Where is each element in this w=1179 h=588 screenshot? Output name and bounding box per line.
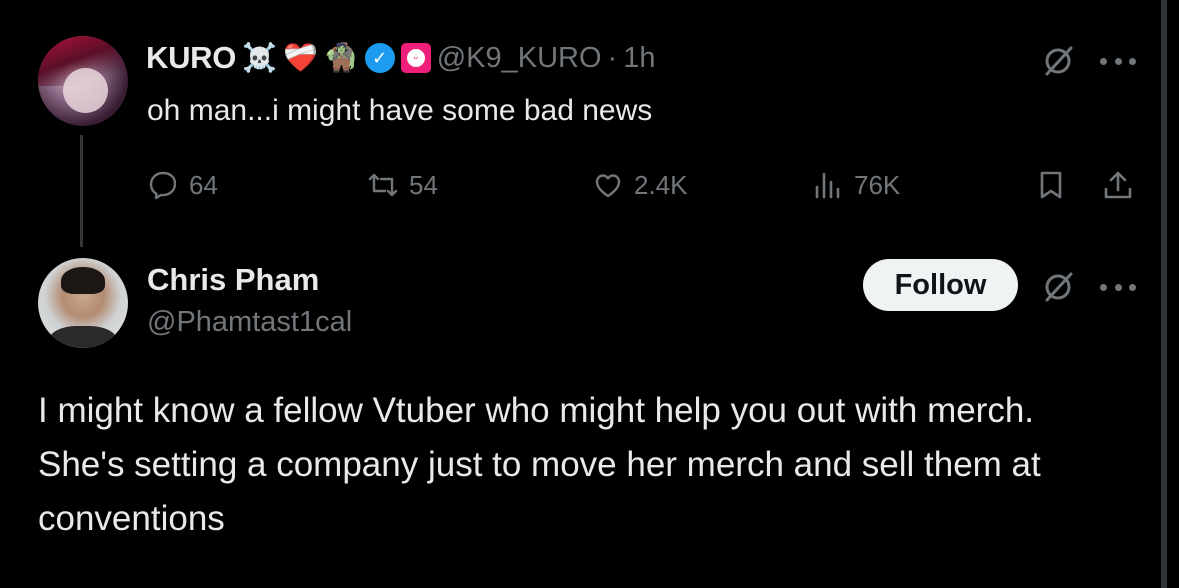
- views-icon: [815, 172, 840, 199]
- more-icon[interactable]: [1100, 55, 1136, 67]
- thread-connector-line: [80, 135, 83, 247]
- reply-count: 64: [189, 169, 218, 200]
- like-action[interactable]: 2.4K: [592, 166, 688, 204]
- avatar-shirt: [48, 325, 118, 348]
- separator-dot: ·: [607, 41, 618, 74]
- avatar-face: [63, 67, 109, 113]
- follow-button[interactable]: Follow: [863, 259, 1018, 311]
- reply-handle[interactable]: @Phamtast1cal: [147, 306, 352, 339]
- share-action[interactable]: [1102, 166, 1134, 204]
- views-action[interactable]: 76K: [812, 166, 900, 204]
- avatar-chris-pham[interactable]: [38, 258, 128, 348]
- troll-emoji: 🧌: [323, 42, 359, 73]
- parent-tweet-header: KURO ☠️ ❤️‍🩹 🧌 ✓ ᵕ @K9_KURO · 1h: [146, 38, 655, 78]
- parent-timestamp[interactable]: 1h: [623, 42, 655, 75]
- verified-badge-icon[interactable]: ✓: [364, 43, 395, 73]
- parent-display-name[interactable]: KURO: [146, 40, 236, 76]
- share-icon: [1104, 171, 1132, 199]
- parent-action-bar: 64 54 2.4K 76K: [147, 166, 1137, 204]
- bookmark-action[interactable]: [1035, 166, 1067, 204]
- parent-handle[interactable]: @K9_KURO: [437, 42, 602, 75]
- avatar-hair: [61, 267, 105, 294]
- bookmark-icon: [1040, 171, 1062, 199]
- repost-action[interactable]: 54: [367, 166, 438, 204]
- more-icon[interactable]: [1100, 281, 1136, 293]
- grok-icon[interactable]: [1041, 270, 1075, 304]
- bandaged-heart-emoji: ❤️‍🩹: [282, 42, 318, 73]
- view-count: 76K: [854, 169, 901, 200]
- grok-icon[interactable]: [1041, 44, 1075, 78]
- reply-icon: [149, 171, 177, 200]
- skull-crossbones-emoji: ☠️: [242, 42, 277, 73]
- like-icon: [595, 174, 621, 198]
- affiliate-badge-icon[interactable]: ᵕ: [400, 43, 431, 73]
- parent-tweet-text: oh man...i might have some bad news: [147, 94, 653, 127]
- reply-action[interactable]: 64: [147, 166, 218, 204]
- like-count: 2.4K: [634, 169, 688, 200]
- repost-icon: [368, 173, 398, 197]
- reply-text: I might know a fellow Vtuber who might h…: [38, 391, 1041, 538]
- scrollbar[interactable]: [1161, 0, 1167, 588]
- repost-count: 54: [409, 169, 438, 200]
- avatar-kuro[interactable]: [38, 36, 128, 126]
- reply-display-name[interactable]: Chris Pham: [147, 262, 319, 298]
